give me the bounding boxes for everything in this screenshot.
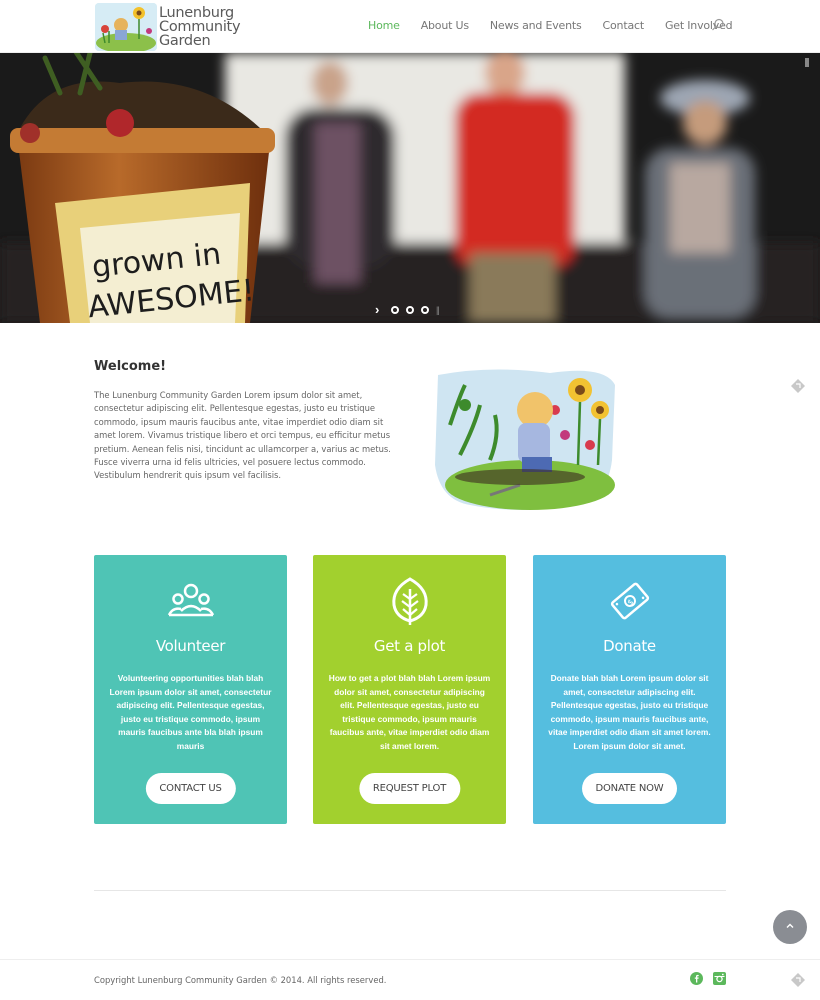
hero-slider: grown in AWESOME! › || <box>0 53 820 323</box>
welcome-title: Welcome! <box>94 359 167 374</box>
contact-us-button[interactable]: CONTACT US <box>145 773 236 804</box>
nav-item-contact[interactable]: Contact <box>603 19 645 32</box>
side-tab-icon[interactable] <box>790 378 806 394</box>
copyright-text: Copyright Lunenburg Community Garden © 2… <box>94 975 387 985</box>
money-icon: $ <box>604 575 656 627</box>
card-text: Volunteering opportunities blah blah Lor… <box>109 673 272 751</box>
slider-dot[interactable] <box>391 306 399 314</box>
slider-next-icon[interactable]: › <box>375 303 384 316</box>
get-a-plot-card: Get a plot How to get a plot blah blah L… <box>313 555 506 824</box>
facebook-icon[interactable] <box>690 972 703 985</box>
logo-illustration <box>95 3 157 51</box>
logo-text: Lunenburg Community Garden <box>159 5 241 49</box>
slider-pause-icon[interactable]: || <box>436 305 440 315</box>
site-header: Lunenburg Community Garden Home About Us… <box>0 0 820 53</box>
card-title: Volunteer <box>155 637 226 655</box>
slider-dot[interactable] <box>406 306 414 314</box>
main-nav: Home About Us News and Events Contact Ge… <box>368 19 753 32</box>
slider-dot[interactable] <box>421 306 429 314</box>
hero-image: grown in AWESOME! <box>0 53 820 323</box>
people-icon <box>165 575 217 627</box>
leaf-icon <box>384 575 436 627</box>
slider-controls: › || <box>375 303 440 316</box>
chevron-up-icon <box>786 923 794 929</box>
site-footer: Copyright Lunenburg Community Garden © 2… <box>0 959 820 1000</box>
nav-item-news-and-events[interactable]: News and Events <box>490 19 582 32</box>
search-icon[interactable] <box>711 18 725 32</box>
request-plot-button[interactable]: REQUEST PLOT <box>358 773 461 804</box>
volunteer-card: Volunteer Volunteering opportunities bla… <box>94 555 287 824</box>
card-text: Donate blah blah Lorem ipsum dolor sit a… <box>548 673 711 751</box>
welcome-text: The Lunenburg Community Garden Lorem ips… <box>94 390 391 481</box>
nav-item-home[interactable]: Home <box>368 19 400 32</box>
card-title: Get a plot <box>373 637 446 655</box>
instagram-icon[interactable] <box>713 972 726 985</box>
garden-illustration <box>430 365 620 515</box>
nav-item-about-us[interactable]: About Us <box>421 19 469 32</box>
section-divider <box>94 890 726 891</box>
donate-card: $ Donate Donate blah blah Lorem ipsum do… <box>533 555 726 824</box>
side-tab-icon[interactable] <box>790 972 806 988</box>
card-title: Donate <box>603 637 656 655</box>
back-to-top-button[interactable] <box>773 910 807 944</box>
donate-now-button[interactable]: DONATE NOW <box>581 773 678 804</box>
site-logo[interactable]: Lunenburg Community Garden <box>95 2 245 52</box>
card-text: How to get a plot blah blah Lorem ipsum … <box>328 673 491 751</box>
